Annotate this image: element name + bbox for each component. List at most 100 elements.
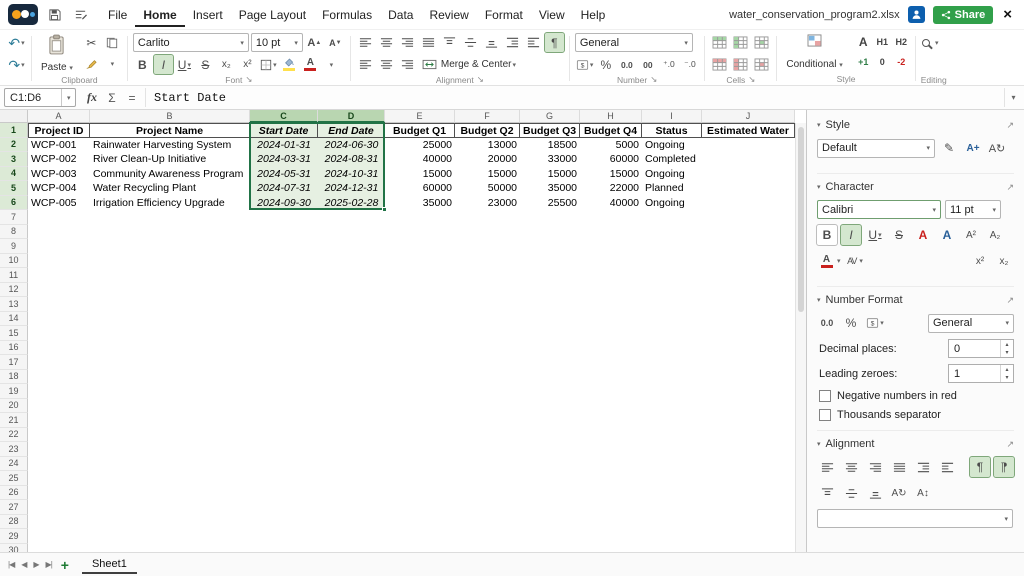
number-format-leading-zero-icon[interactable]: 00: [638, 55, 657, 74]
cell-G13[interactable]: [520, 297, 580, 312]
cell-F15[interactable]: [455, 326, 520, 341]
cell-J7[interactable]: [702, 210, 795, 225]
cell-G10[interactable]: [520, 254, 580, 269]
subscript-icon[interactable]: x₂: [217, 55, 236, 74]
cell-E25[interactable]: [385, 471, 455, 486]
cell-G28[interactable]: [520, 515, 580, 530]
cell-G9[interactable]: [520, 239, 580, 254]
cell-C15[interactable]: [250, 326, 318, 341]
row-header-24[interactable]: 24: [0, 457, 28, 472]
cell-D27[interactable]: [318, 500, 385, 515]
currency-format-icon[interactable]: $▾: [575, 55, 595, 74]
previous-sheet-icon[interactable]: ◀: [21, 560, 26, 569]
cell-A2[interactable]: WCP-001: [28, 138, 90, 153]
row-header-16[interactable]: 16: [0, 341, 28, 356]
style-default-button[interactable]: A: [855, 33, 872, 50]
cell-B11[interactable]: [90, 268, 250, 283]
borders-icon[interactable]: ▾: [259, 55, 278, 74]
cell-A16[interactable]: [28, 341, 90, 356]
function-wizard-icon[interactable]: fx: [82, 88, 102, 107]
cell-F11[interactable]: [455, 268, 520, 283]
cell-J26[interactable]: [702, 486, 795, 501]
cell-C3[interactable]: 2024-03-31: [250, 152, 318, 167]
sidebar-shadow-icon[interactable]: A: [913, 225, 933, 245]
cell-A10[interactable]: [28, 254, 90, 269]
cell-D20[interactable]: [318, 399, 385, 414]
paste-special-icon[interactable]: ▾: [103, 54, 122, 73]
cell-F26[interactable]: [455, 486, 520, 501]
cell-D2[interactable]: 2024-06-30: [318, 138, 385, 153]
cell-I12[interactable]: [642, 283, 702, 298]
cell-F14[interactable]: [455, 312, 520, 327]
sidebar-font-color-icon[interactable]: A▾: [817, 251, 841, 271]
cell-H15[interactable]: [580, 326, 642, 341]
cell-J6[interactable]: [702, 196, 795, 211]
undo-button[interactable]: ↶▾: [7, 33, 26, 52]
cell-F12[interactable]: [455, 283, 520, 298]
column-header-B[interactable]: B: [90, 110, 250, 123]
cell-B3[interactable]: River Clean-Up Initiative: [90, 152, 250, 167]
cell-E29[interactable]: [385, 529, 455, 544]
sidebar-superscript2-icon[interactable]: x²: [970, 251, 990, 271]
cell-H21[interactable]: [580, 413, 642, 428]
cell-A24[interactable]: [28, 457, 90, 472]
cell-G29[interactable]: [520, 529, 580, 544]
percent-format-icon[interactable]: %: [596, 55, 615, 74]
cell-C28[interactable]: [250, 515, 318, 530]
cell-J1[interactable]: Estimated Water: [702, 123, 795, 138]
cell-D15[interactable]: [318, 326, 385, 341]
wrap-text-icon[interactable]: ¶: [545, 33, 564, 52]
cell-A15[interactable]: [28, 326, 90, 341]
unmerge-cells-icon[interactable]: [398, 55, 417, 74]
new-style-icon[interactable]: A+: [963, 138, 983, 158]
cell-F18[interactable]: [455, 370, 520, 385]
row-header-21[interactable]: 21: [0, 413, 28, 428]
cell-H23[interactable]: [580, 442, 642, 457]
column-header-D[interactable]: D: [318, 110, 385, 123]
cell-C29[interactable]: [250, 529, 318, 544]
column-header-I[interactable]: I: [642, 110, 702, 123]
cell-G5[interactable]: 35000: [520, 181, 580, 196]
cell-E19[interactable]: [385, 384, 455, 399]
thousands-separator-checkbox[interactable]: [819, 409, 831, 421]
cell-I24[interactable]: [642, 457, 702, 472]
cell-C21[interactable]: [250, 413, 318, 428]
cell-I2[interactable]: Ongoing: [642, 138, 702, 153]
cell-H18[interactable]: [580, 370, 642, 385]
cell-B19[interactable]: [90, 384, 250, 399]
cell-F27[interactable]: [455, 500, 520, 515]
cell-B12[interactable]: [90, 283, 250, 298]
decimal-places-stepper[interactable]: 0 ▴▾: [948, 339, 1014, 358]
menu-formulas[interactable]: Formulas: [314, 2, 380, 27]
cell-J30[interactable]: [702, 544, 795, 553]
cell-H6[interactable]: 40000: [580, 196, 642, 211]
close-icon[interactable]: ×: [1001, 6, 1014, 23]
cell-style-select[interactable]: Default▾: [817, 139, 935, 158]
cell-C2[interactable]: 2024-01-31: [250, 138, 318, 153]
cell-F30[interactable]: [455, 544, 520, 553]
cell-H19[interactable]: [580, 384, 642, 399]
cell-E14[interactable]: [385, 312, 455, 327]
align-justify-icon[interactable]: [419, 33, 438, 52]
cut-icon[interactable]: ✂: [82, 33, 101, 52]
delete-rows-icon[interactable]: [710, 55, 729, 74]
cell-H16[interactable]: [580, 341, 642, 356]
autosum-icon[interactable]: Σ: [102, 88, 122, 107]
menu-review[interactable]: Review: [421, 2, 476, 27]
clone-formatting-icon[interactable]: [82, 54, 101, 73]
cell-D4[interactable]: 2024-10-31: [318, 167, 385, 182]
cell-E6[interactable]: 35000: [385, 196, 455, 211]
cell-C18[interactable]: [250, 370, 318, 385]
background-color-icon[interactable]: [280, 55, 299, 74]
sidebar-number-format-select[interactable]: General▾: [928, 314, 1014, 333]
cell-J18[interactable]: [702, 370, 795, 385]
cell-A17[interactable]: [28, 355, 90, 370]
cell-E18[interactable]: [385, 370, 455, 385]
sidebar-align-left-icon[interactable]: [817, 457, 837, 477]
cell-A4[interactable]: WCP-003: [28, 167, 90, 182]
cell-I4[interactable]: Ongoing: [642, 167, 702, 182]
cell-A6[interactable]: WCP-005: [28, 196, 90, 211]
align-right-icon[interactable]: [398, 33, 417, 52]
style-neutral-button[interactable]: 0: [874, 53, 891, 70]
sidebar-currency-format-icon[interactable]: $▾: [865, 313, 885, 333]
